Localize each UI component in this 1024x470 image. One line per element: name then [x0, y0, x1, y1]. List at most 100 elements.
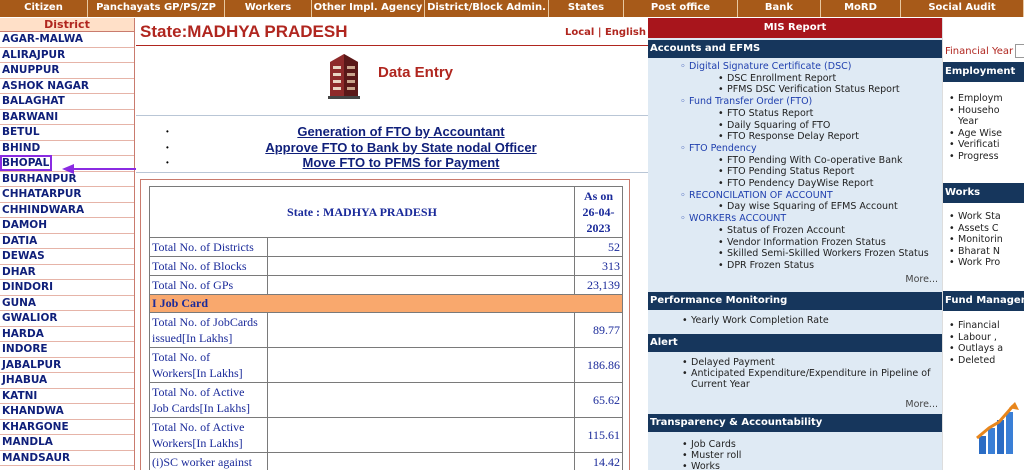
dashboard-report-link[interactable]: • Work Pro	[949, 258, 1000, 268]
dashboard-report-link[interactable]: • Bharat N	[949, 246, 1000, 257]
nav-item-panchayats-gp-ps-zp[interactable]: Panchayats GP/PS/ZP	[88, 0, 225, 17]
district-item[interactable]: BHIND	[0, 140, 134, 156]
mis-report-link[interactable]: ◦ FTO Pendency	[680, 143, 757, 154]
fto-link[interactable]: Generation of FTO by Accountant	[297, 124, 504, 139]
bullet-icon: •	[718, 166, 724, 178]
district-item[interactable]: MANDLA	[0, 435, 134, 451]
dashboard-section-fund[interactable]: Fund Management	[943, 291, 1024, 311]
dashboard-report-link[interactable]: • Househo	[949, 105, 1000, 116]
mis-report-link[interactable]: • FTO Pending With Co-operative Bank	[718, 155, 903, 166]
nav-item-other-impl-agency[interactable]: Other Impl. Agency	[312, 0, 425, 17]
mis-report-link[interactable]: Current Year	[682, 380, 750, 390]
mis-report-link[interactable]: • PFMS DSC Verification Status Report	[718, 85, 900, 95]
district-item[interactable]: ANUPPUR	[0, 63, 134, 79]
lang-english-link[interactable]: English	[605, 27, 646, 38]
district-item[interactable]: BETUL	[0, 125, 134, 141]
mis-report-link[interactable]: ◦ WORKERs ACCOUNT	[680, 214, 786, 224]
dashboard-report-link[interactable]: • Labour ,	[949, 332, 997, 343]
dashboard-report-link[interactable]: • Employm	[949, 94, 1003, 104]
nav-item-citizen[interactable]: Citizen	[0, 0, 88, 17]
district-label: HARDA	[2, 327, 44, 340]
dashboard-item-label: Age Wise	[958, 127, 1003, 139]
nav-item-workers[interactable]: Workers	[225, 0, 312, 17]
nav-item-post-office[interactable]: Post office	[624, 0, 738, 17]
mis-more-link[interactable]: More...	[905, 399, 938, 410]
dashboard-report-link[interactable]: • Age Wise	[949, 127, 1003, 139]
dashboard-report-link[interactable]: Year	[949, 117, 978, 127]
mis-report-link[interactable]: • Yearly Work Completion Rate	[682, 316, 829, 326]
nav-item-social-audit[interactable]: Social Audit	[901, 0, 1024, 17]
district-item[interactable]: ALIRAJPUR	[0, 47, 134, 63]
mis-report-link[interactable]: • Works	[682, 462, 720, 470]
district-item[interactable]: JHABUA	[0, 373, 134, 389]
mis-report-link[interactable]: • FTO Pendency DayWise Report	[718, 179, 874, 189]
mis-report-link[interactable]: • FTO Pending Status Report	[718, 167, 854, 177]
dashboard-report-link[interactable]: • Financial	[949, 321, 1000, 331]
district-item[interactable]: DATIA	[0, 233, 134, 249]
district-item[interactable]: ASHOK NAGAR	[0, 78, 134, 94]
district-heading: District	[0, 18, 134, 32]
district-item[interactable]: CHHINDWARA	[0, 202, 134, 218]
mis-report-link[interactable]: • Status of Frozen Account	[718, 225, 845, 236]
district-item[interactable]: KHANDWA	[0, 404, 134, 420]
district-item[interactable]: DEWAS	[0, 249, 134, 265]
mis-report-link[interactable]: • Job Cards	[682, 440, 736, 450]
dashboard-report-link[interactable]: • Outlays a	[949, 344, 1003, 354]
district-item[interactable]: KHARGONE	[0, 419, 134, 435]
mis-report-link[interactable]: • FTO Response Delay Report	[718, 132, 859, 142]
mis-alert-list: • Delayed Payment • Anticipated Expenditure…	[648, 352, 942, 414]
mis-more-link[interactable]: More...	[905, 274, 938, 285]
nav-item-district-block-admin-[interactable]: District/Block Admin.	[425, 0, 549, 17]
mis-report-link[interactable]: • Skilled Semi-Skilled Workers Frozen Sta…	[718, 249, 929, 259]
mis-report-link[interactable]: ◦ Digital Signature Certificate (DSC)	[680, 62, 851, 72]
district-item[interactable]: BARWANI	[0, 109, 134, 125]
data-entry-link[interactable]: Data Entry	[326, 48, 506, 104]
mis-section-transparency[interactable]: Transparency & Accountability	[648, 414, 942, 432]
mis-section-performance[interactable]: Performance Monitoring	[648, 292, 942, 310]
district-item[interactable]: AGAR-MALWA	[0, 32, 134, 48]
mis-report-link[interactable]: • DSC Enrollment Report	[718, 73, 836, 84]
district-item[interactable]: GWALIOR	[0, 311, 134, 327]
district-item[interactable]: CHHATARPUR	[0, 187, 134, 203]
mis-report-link[interactable]: • DPR Frozen Status	[718, 260, 814, 271]
dashboard-report-link[interactable]: • Deleted	[949, 355, 995, 366]
fto-link[interactable]: Approve FTO to Bank by State nodal Offic…	[265, 140, 536, 155]
nav-item-mord[interactable]: MoRD	[821, 0, 901, 17]
dashboard-report-link[interactable]: • Progress	[949, 151, 999, 162]
mis-report-link[interactable]: • Daily Squaring of FTO	[718, 120, 830, 131]
financial-year-select[interactable]	[1015, 44, 1024, 58]
mis-report-link[interactable]: • Day wise Squaring of EFMS Account	[718, 202, 898, 212]
district-item[interactable]: DAMOH	[0, 218, 134, 234]
mis-report-link[interactable]: • Delayed Payment	[682, 358, 775, 368]
district-item[interactable]: KATNI	[0, 388, 134, 404]
mis-report-link[interactable]: ◦ RECONCILATION OF ACCOUNT	[680, 190, 833, 201]
mis-report-link[interactable]: • Muster roll	[682, 451, 741, 461]
district-item[interactable]: DHAR	[0, 264, 134, 280]
district-item[interactable]: GUNA	[0, 295, 134, 311]
mis-report-link[interactable]: • Vendor Information Frozen Status	[718, 237, 886, 248]
mis-report-link[interactable]: • Anticipated Expenditure/Expenditure in …	[682, 369, 930, 379]
mis-report-link[interactable]: • FTO Status Report	[718, 108, 813, 119]
district-item[interactable]: MANDSAUR	[0, 450, 134, 466]
fto-link[interactable]: Move FTO to PFMS for Payment	[303, 155, 500, 170]
mis-item-label: Day wise Squaring of EFMS Account	[727, 201, 898, 213]
district-item[interactable]: INDORE	[0, 342, 134, 358]
mis-section-accounts[interactable]: Accounts and EFMS	[648, 40, 942, 58]
mis-report-link[interactable]: ◦ Fund Transfer Order (FTO)	[680, 97, 812, 107]
nav-item-bank[interactable]: Bank	[738, 0, 821, 17]
dashboard-report-link[interactable]: • Monitorin	[949, 235, 1003, 245]
district-item[interactable]: JABALPUR	[0, 357, 134, 373]
lang-local-link[interactable]: Local	[565, 27, 594, 38]
nav-item-states[interactable]: States	[549, 0, 624, 17]
bullet-icon: •	[682, 368, 688, 379]
dashboard-report-link[interactable]: • Work Sta	[949, 212, 1001, 222]
district-item[interactable]: DINDORI	[0, 280, 134, 296]
dashboard-report-link[interactable]: • Verificati	[949, 140, 1000, 150]
mis-section-alert[interactable]: Alert	[648, 334, 942, 352]
dashboard-section-employment[interactable]: Employment	[943, 62, 1024, 82]
district-item[interactable]: BALAGHAT	[0, 94, 134, 110]
district-item[interactable]: HARDA	[0, 326, 134, 342]
dashboard-report-link[interactable]: • Assets C	[949, 223, 999, 234]
stats-spacer	[267, 275, 575, 295]
dashboard-section-works[interactable]: Works	[943, 183, 1024, 203]
